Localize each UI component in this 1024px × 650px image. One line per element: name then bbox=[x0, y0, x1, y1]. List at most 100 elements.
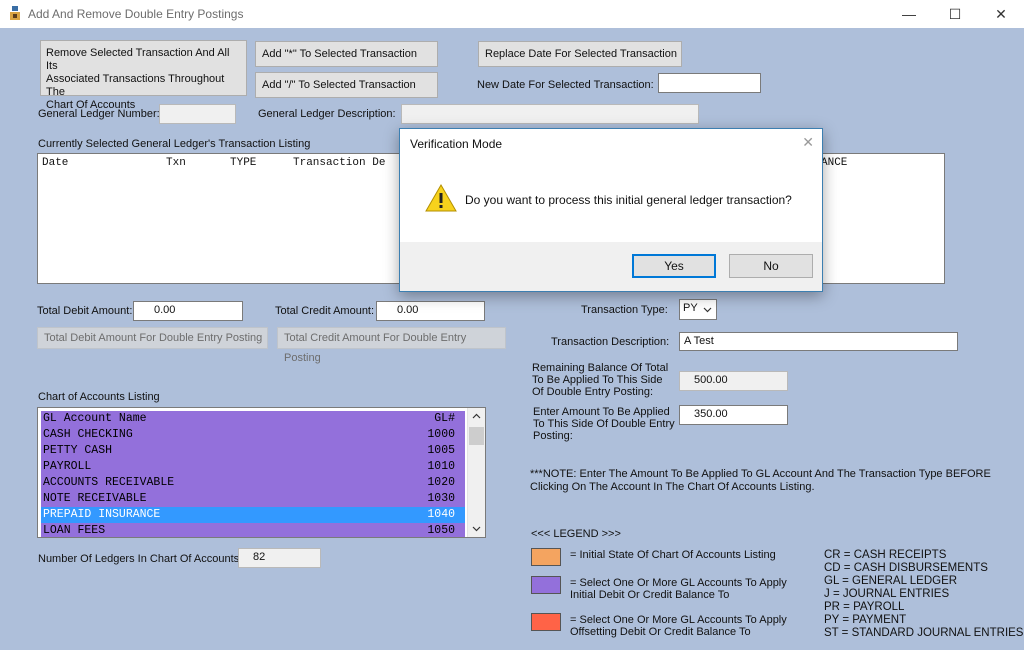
transaction-type-select[interactable]: PY bbox=[679, 299, 717, 320]
col-header-balance: ANCE bbox=[821, 157, 848, 169]
col-header-txn: Txn bbox=[166, 157, 186, 169]
chart-of-accounts-list[interactable]: GL Account Name GL# CASH CHECKING 1000 P… bbox=[37, 407, 486, 538]
legend-offset-line-2: Offsetting Debit Or Credit Balance To bbox=[570, 626, 751, 638]
remaining-balance-label: Remaining Balance Of Total To Be Applied… bbox=[532, 362, 668, 398]
close-button[interactable]: ✕ bbox=[978, 0, 1024, 28]
chart-listing-label: Chart of Accounts Listing bbox=[38, 391, 160, 403]
replace-date-button[interactable]: Replace Date For Selected Transaction bbox=[478, 41, 682, 67]
dialog-title: Verification Mode bbox=[410, 137, 503, 151]
code-j: J = JOURNAL ENTRIES bbox=[824, 588, 950, 600]
code-st: ST = STANDARD JOURNAL ENTRIES bbox=[824, 627, 1024, 639]
verification-dialog: Verification Mode ✕ Do you want to proce… bbox=[399, 128, 823, 292]
no-button[interactable]: No bbox=[729, 254, 813, 278]
enter-amount-line-3: Posting: bbox=[533, 430, 573, 442]
remaining-balance-line-1: Remaining Balance Of Total bbox=[532, 362, 669, 374]
coa-row[interactable]: PETTY CASH 1005 bbox=[41, 443, 465, 459]
gl-description-field bbox=[401, 104, 699, 124]
app-icon bbox=[10, 6, 20, 20]
yes-button[interactable]: Yes bbox=[632, 254, 716, 278]
coa-header-name: GL Account Name bbox=[43, 412, 147, 425]
transaction-description-input[interactable]: A Test bbox=[679, 332, 958, 351]
gl-number-label: General Ledger Number: bbox=[38, 108, 160, 120]
remove-button-line-1: Remove Selected Transaction And All Its bbox=[46, 47, 230, 72]
total-debit-field[interactable]: 0.00 bbox=[133, 301, 243, 321]
coa-row-name: NOTE RECEIVABLE bbox=[43, 492, 147, 505]
chevron-down-icon bbox=[703, 307, 712, 313]
enter-amount-label: Enter Amount To Be Applied To This Side … bbox=[533, 406, 675, 442]
enter-amount-line-1: Enter Amount To Be Applied bbox=[533, 406, 670, 418]
note-line-2: Clicking On The Account In The Chart Of … bbox=[530, 481, 815, 493]
minimize-button[interactable]: — bbox=[886, 0, 932, 28]
dialog-close-icon[interactable]: ✕ bbox=[802, 134, 814, 151]
code-cd: CD = CASH DISBURSEMENTS bbox=[824, 562, 988, 574]
remaining-balance-line-3: Of Double Entry Posting: bbox=[532, 386, 654, 398]
add-star-button[interactable]: Add "*" To Selected Transaction bbox=[255, 41, 438, 67]
new-date-label: New Date For Selected Transaction: bbox=[477, 79, 654, 91]
gl-description-label: General Ledger Description: bbox=[258, 108, 396, 120]
coa-row-name: PREPAID INSURANCE bbox=[43, 508, 161, 521]
coa-header-gl: GL# bbox=[434, 412, 455, 425]
legend-codes: CR = CASH RECEIPTS CD = CASH DISBURSEMEN… bbox=[824, 549, 1023, 640]
coa-row-name: CASH CHECKING bbox=[43, 428, 133, 441]
code-gl: GL = GENERAL LEDGER bbox=[824, 575, 958, 587]
legend-text-debit: = Select One Or More GL Accounts To Appl… bbox=[570, 577, 787, 601]
enter-amount-input[interactable]: 350.00 bbox=[679, 405, 788, 425]
coa-scrollbar[interactable] bbox=[467, 408, 485, 537]
coa-row-gl: 1050 bbox=[427, 524, 455, 537]
remove-selected-transaction-button[interactable]: Remove Selected Transaction And All Its … bbox=[40, 40, 247, 111]
code-cr: CR = CASH RECEIPTS bbox=[824, 549, 947, 561]
new-date-input[interactable] bbox=[658, 73, 761, 93]
title-bar: Add And Remove Double Entry Postings — ☐… bbox=[0, 0, 1024, 28]
coa-header-row: GL Account Name GL# bbox=[41, 411, 465, 427]
warning-icon bbox=[425, 183, 457, 212]
gl-number-field bbox=[159, 104, 236, 124]
current-listing-label: Currently Selected General Ledger's Tran… bbox=[38, 138, 311, 150]
total-debit-posting-button[interactable]: Total Debit Amount For Double Entry Post… bbox=[37, 327, 268, 349]
legend-swatch-initial bbox=[531, 548, 561, 566]
legend-swatch-offset bbox=[531, 613, 561, 631]
scroll-thumb[interactable] bbox=[469, 427, 484, 445]
legend-title: <<< LEGEND >>> bbox=[531, 528, 621, 540]
coa-row-gl: 1030 bbox=[427, 492, 455, 505]
coa-row-gl: 1010 bbox=[427, 460, 455, 473]
coa-row-gl: 1005 bbox=[427, 444, 455, 457]
legend-debit-line-1: = Select One Or More GL Accounts To Appl… bbox=[570, 577, 787, 589]
maximize-button[interactable]: ☐ bbox=[932, 0, 978, 28]
coa-row-selected[interactable]: PREPAID INSURANCE 1040 bbox=[41, 507, 465, 523]
legend-text-offset: = Select One Or More GL Accounts To Appl… bbox=[570, 614, 787, 638]
coa-row[interactable]: PAYROLL 1010 bbox=[41, 459, 465, 475]
coa-row-name: LOAN FEES bbox=[43, 524, 106, 537]
add-slash-button[interactable]: Add "/" To Selected Transaction bbox=[255, 72, 438, 98]
coa-row[interactable]: CASH CHECKING 1000 bbox=[41, 427, 465, 443]
note-text: ***NOTE: Enter The Amount To Be Applied … bbox=[530, 468, 991, 494]
enter-amount-line-2: To This Side Of Double Entry bbox=[533, 418, 675, 430]
transaction-description-label: Transaction Description: bbox=[551, 336, 670, 348]
col-header-description: Transaction De bbox=[293, 157, 386, 169]
num-ledgers-field: 82 bbox=[238, 548, 321, 568]
remaining-balance-line-2: To Be Applied To This Side bbox=[532, 374, 663, 386]
transaction-type-label: Transaction Type: bbox=[581, 304, 668, 316]
total-credit-label: Total Credit Amount: bbox=[275, 305, 375, 317]
total-credit-posting-button[interactable]: Total Credit Amount For Double Entry Pos… bbox=[277, 327, 506, 364]
coa-row[interactable]: NOTE RECEIVABLE 1030 bbox=[41, 491, 465, 507]
dialog-footer: Yes No bbox=[400, 242, 822, 291]
coa-row-name: PETTY CASH bbox=[43, 444, 113, 457]
col-header-type: TYPE bbox=[230, 157, 257, 169]
total-credit-field[interactable]: 0.00 bbox=[376, 301, 485, 321]
coa-row-name: PAYROLL bbox=[43, 460, 92, 473]
coa-row-gl: 1040 bbox=[427, 508, 455, 521]
coa-row[interactable]: LOAN FEES 1050 bbox=[41, 523, 465, 537]
legend-debit-line-2: Initial Debit Or Credit Balance To bbox=[570, 589, 730, 601]
code-py: PY = PAYMENT bbox=[824, 614, 907, 626]
coa-row-gl: 1020 bbox=[427, 476, 455, 489]
num-ledgers-label: Number Of Ledgers In Chart Of Accounts: bbox=[38, 553, 243, 565]
note-line-1: ***NOTE: Enter The Amount To Be Applied … bbox=[530, 468, 991, 480]
scroll-up-icon[interactable] bbox=[472, 413, 481, 419]
window-title: Add And Remove Double Entry Postings bbox=[28, 7, 244, 21]
legend-text-initial: = Initial State Of Chart Of Accounts Lis… bbox=[570, 549, 776, 561]
remaining-balance-field: 500.00 bbox=[679, 371, 788, 391]
total-debit-label: Total Debit Amount: bbox=[37, 305, 133, 317]
scroll-down-icon[interactable] bbox=[472, 526, 481, 532]
coa-row[interactable]: ACCOUNTS RECEIVABLE 1020 bbox=[41, 475, 465, 491]
col-header-date: Date bbox=[42, 157, 69, 169]
